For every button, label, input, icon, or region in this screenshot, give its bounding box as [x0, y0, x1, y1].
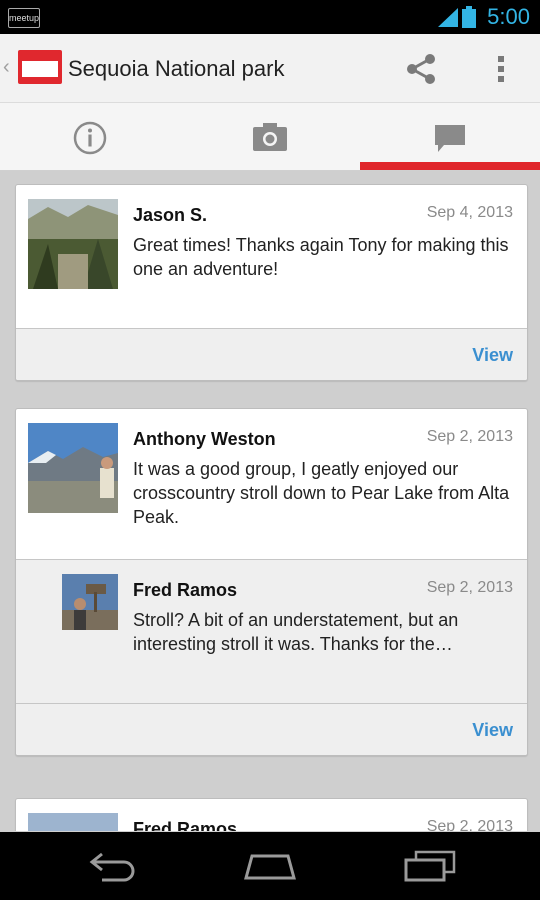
reply-text: Stroll? A bit of an understatement, but …: [133, 610, 459, 654]
selected-tab-indicator: [360, 162, 540, 170]
comment-date: Sep 2, 2013: [426, 818, 513, 831]
card-footer: View: [16, 703, 527, 755]
author-avatar[interactable]: [28, 199, 118, 289]
status-bar: meetup 5:00: [0, 0, 540, 34]
wifi-icon: [438, 8, 458, 27]
comment-text: It was a good group, I geatly enjoyed ou…: [133, 459, 510, 527]
author-avatar[interactable]: [28, 813, 118, 831]
comment-text: Great times! Thanks again Tony for makin…: [133, 235, 509, 279]
tab-info[interactable]: [0, 103, 180, 170]
comment-date: Sep 4, 2013: [426, 204, 513, 221]
comment-card: Fred Ramos Sep 2, 2013: [15, 798, 528, 831]
comment-author: Jason S.: [133, 205, 208, 225]
comment-author: Fred Ramos: [133, 819, 238, 831]
back-icon[interactable]: [86, 848, 138, 884]
comment-post[interactable]: Jason S. Sep 4, 2013 Great times! Thanks…: [16, 185, 527, 328]
comment-post[interactable]: Anthony Weston Sep 2, 2013 It was a good…: [16, 409, 527, 559]
tab-photos[interactable]: [180, 103, 360, 170]
system-navigation-bar: [0, 832, 540, 900]
comment-icon: [435, 125, 465, 152]
comment-post[interactable]: Fred Ramos Sep 2, 2013: [16, 799, 527, 831]
info-icon: [73, 121, 107, 155]
page-title: Sequoia National park: [68, 56, 285, 81]
reply-date: Sep 2, 2013: [426, 579, 513, 596]
camera-icon: [253, 123, 287, 151]
recent-apps-icon[interactable]: [402, 848, 458, 884]
battery-icon: [462, 6, 476, 28]
action-bar: ‹ Sequoia National park: [0, 34, 540, 103]
reply-author: Fred Ramos: [133, 580, 238, 600]
view-button[interactable]: View: [472, 345, 513, 366]
tab-comments[interactable]: [360, 103, 540, 170]
card-footer: View: [16, 328, 527, 380]
view-button[interactable]: View: [472, 720, 513, 741]
tab-bar: [0, 103, 540, 171]
comment-reply[interactable]: Fred Ramos Sep 2, 2013 Stroll? A bit of …: [16, 559, 527, 703]
meetup-notification-icon: meetup: [8, 8, 40, 28]
app-logo[interactable]: [18, 50, 62, 84]
comment-author: Anthony Weston: [133, 429, 276, 449]
up-navigation-icon[interactable]: ‹: [3, 56, 10, 79]
comment-card: Anthony Weston Sep 2, 2013 It was a good…: [15, 408, 528, 756]
share-icon[interactable]: [402, 52, 440, 86]
comments-list[interactable]: Jason S. Sep 4, 2013 Great times! Thanks…: [0, 171, 540, 831]
author-avatar[interactable]: [28, 423, 118, 513]
clock: 5:00: [487, 4, 530, 29]
comment-date: Sep 2, 2013: [426, 428, 513, 445]
comment-card: Jason S. Sep 4, 2013 Great times! Thanks…: [15, 184, 528, 381]
reply-author-avatar[interactable]: [62, 574, 118, 630]
home-icon[interactable]: [242, 848, 298, 884]
overflow-menu-icon[interactable]: [490, 52, 512, 86]
